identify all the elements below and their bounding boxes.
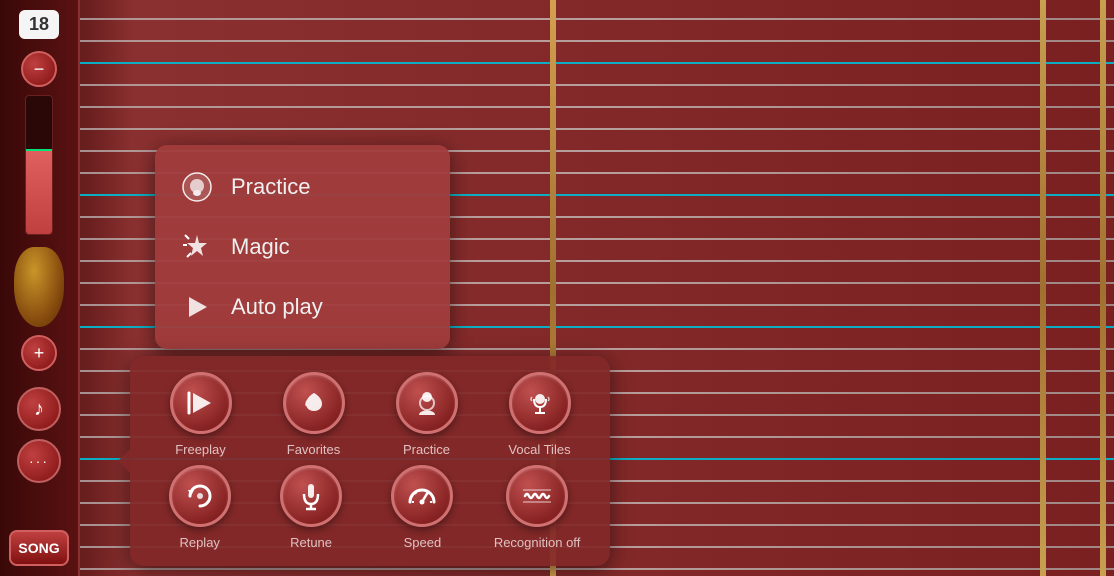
retune-label: Retune [290, 535, 332, 550]
favorites-icon [298, 387, 330, 419]
replay-button[interactable] [169, 465, 231, 527]
mode-menu: Practice Magic Auto play [155, 145, 450, 349]
ornament-decoration [14, 247, 64, 327]
practice-item[interactable]: Practice [387, 372, 467, 457]
left-panel: 18 − + ♪ ··· SONG [0, 0, 80, 576]
magic-icon [179, 229, 215, 265]
replay-icon [184, 480, 216, 512]
vocal-tiles-icon [524, 387, 556, 419]
speed-item[interactable]: Speed [382, 465, 462, 550]
speed-button[interactable] [391, 465, 453, 527]
volume-down-button[interactable]: − [21, 51, 57, 87]
practice-button[interactable] [396, 372, 458, 434]
volume-up-button[interactable]: + [21, 335, 57, 371]
minus-icon: − [34, 59, 45, 80]
recognition-item[interactable]: Recognition off [494, 465, 581, 550]
song-button[interactable]: SONG [9, 530, 69, 566]
autoplay-mode-label: Auto play [231, 294, 323, 320]
more-options-button[interactable]: ··· [17, 439, 61, 483]
practice-icon [179, 169, 215, 205]
music-button[interactable]: ♪ [17, 387, 61, 431]
speed-label: Speed [404, 535, 442, 550]
vocal-tiles-button[interactable] [509, 372, 571, 434]
mode-item-autoplay[interactable]: Auto play [155, 277, 450, 337]
music-note-icon: ♪ [34, 398, 44, 421]
recognition-label: Recognition off [494, 535, 581, 550]
retune-item[interactable]: Retune [271, 465, 351, 550]
volume-slider[interactable] [25, 95, 53, 235]
freeplay-label: Freeplay [175, 442, 226, 457]
mode-item-practice[interactable]: Practice [155, 157, 450, 217]
favorites-button[interactable] [283, 372, 345, 434]
recognition-button[interactable] [506, 465, 568, 527]
freeplay-icon [185, 387, 217, 419]
magic-mode-label: Magic [231, 234, 290, 260]
toolbar-arrow [118, 447, 132, 475]
practice-mode-label: Practice [231, 174, 310, 200]
replay-item[interactable]: Replay [160, 465, 240, 550]
favorites-item[interactable]: Favorites [274, 372, 354, 457]
retune-button[interactable] [280, 465, 342, 527]
mode-item-magic[interactable]: Magic [155, 217, 450, 277]
freeplay-item[interactable]: Freeplay [161, 372, 241, 457]
replay-label: Replay [179, 535, 219, 550]
vocal-tiles-label: Vocal Tiles [508, 442, 570, 457]
favorites-label: Favorites [287, 442, 340, 457]
freeplay-button[interactable] [170, 372, 232, 434]
vocal-tiles-item[interactable]: Vocal Tiles [500, 372, 580, 457]
number-badge: 18 [19, 10, 59, 39]
dots-icon: ··· [29, 453, 49, 469]
plus-icon: + [34, 343, 45, 364]
autoplay-icon [179, 289, 215, 325]
speed-icon [406, 480, 438, 512]
toolbar-top-row: Freeplay Favorites Practice [150, 372, 590, 457]
practice-toolbar-label: Practice [403, 442, 450, 457]
practice-toolbar-icon [411, 387, 443, 419]
bottom-toolbar: Freeplay Favorites Practice [130, 356, 610, 566]
retune-icon [295, 480, 327, 512]
recognition-icon [521, 480, 553, 512]
toolbar-bottom-row: Replay Retune [150, 465, 590, 550]
